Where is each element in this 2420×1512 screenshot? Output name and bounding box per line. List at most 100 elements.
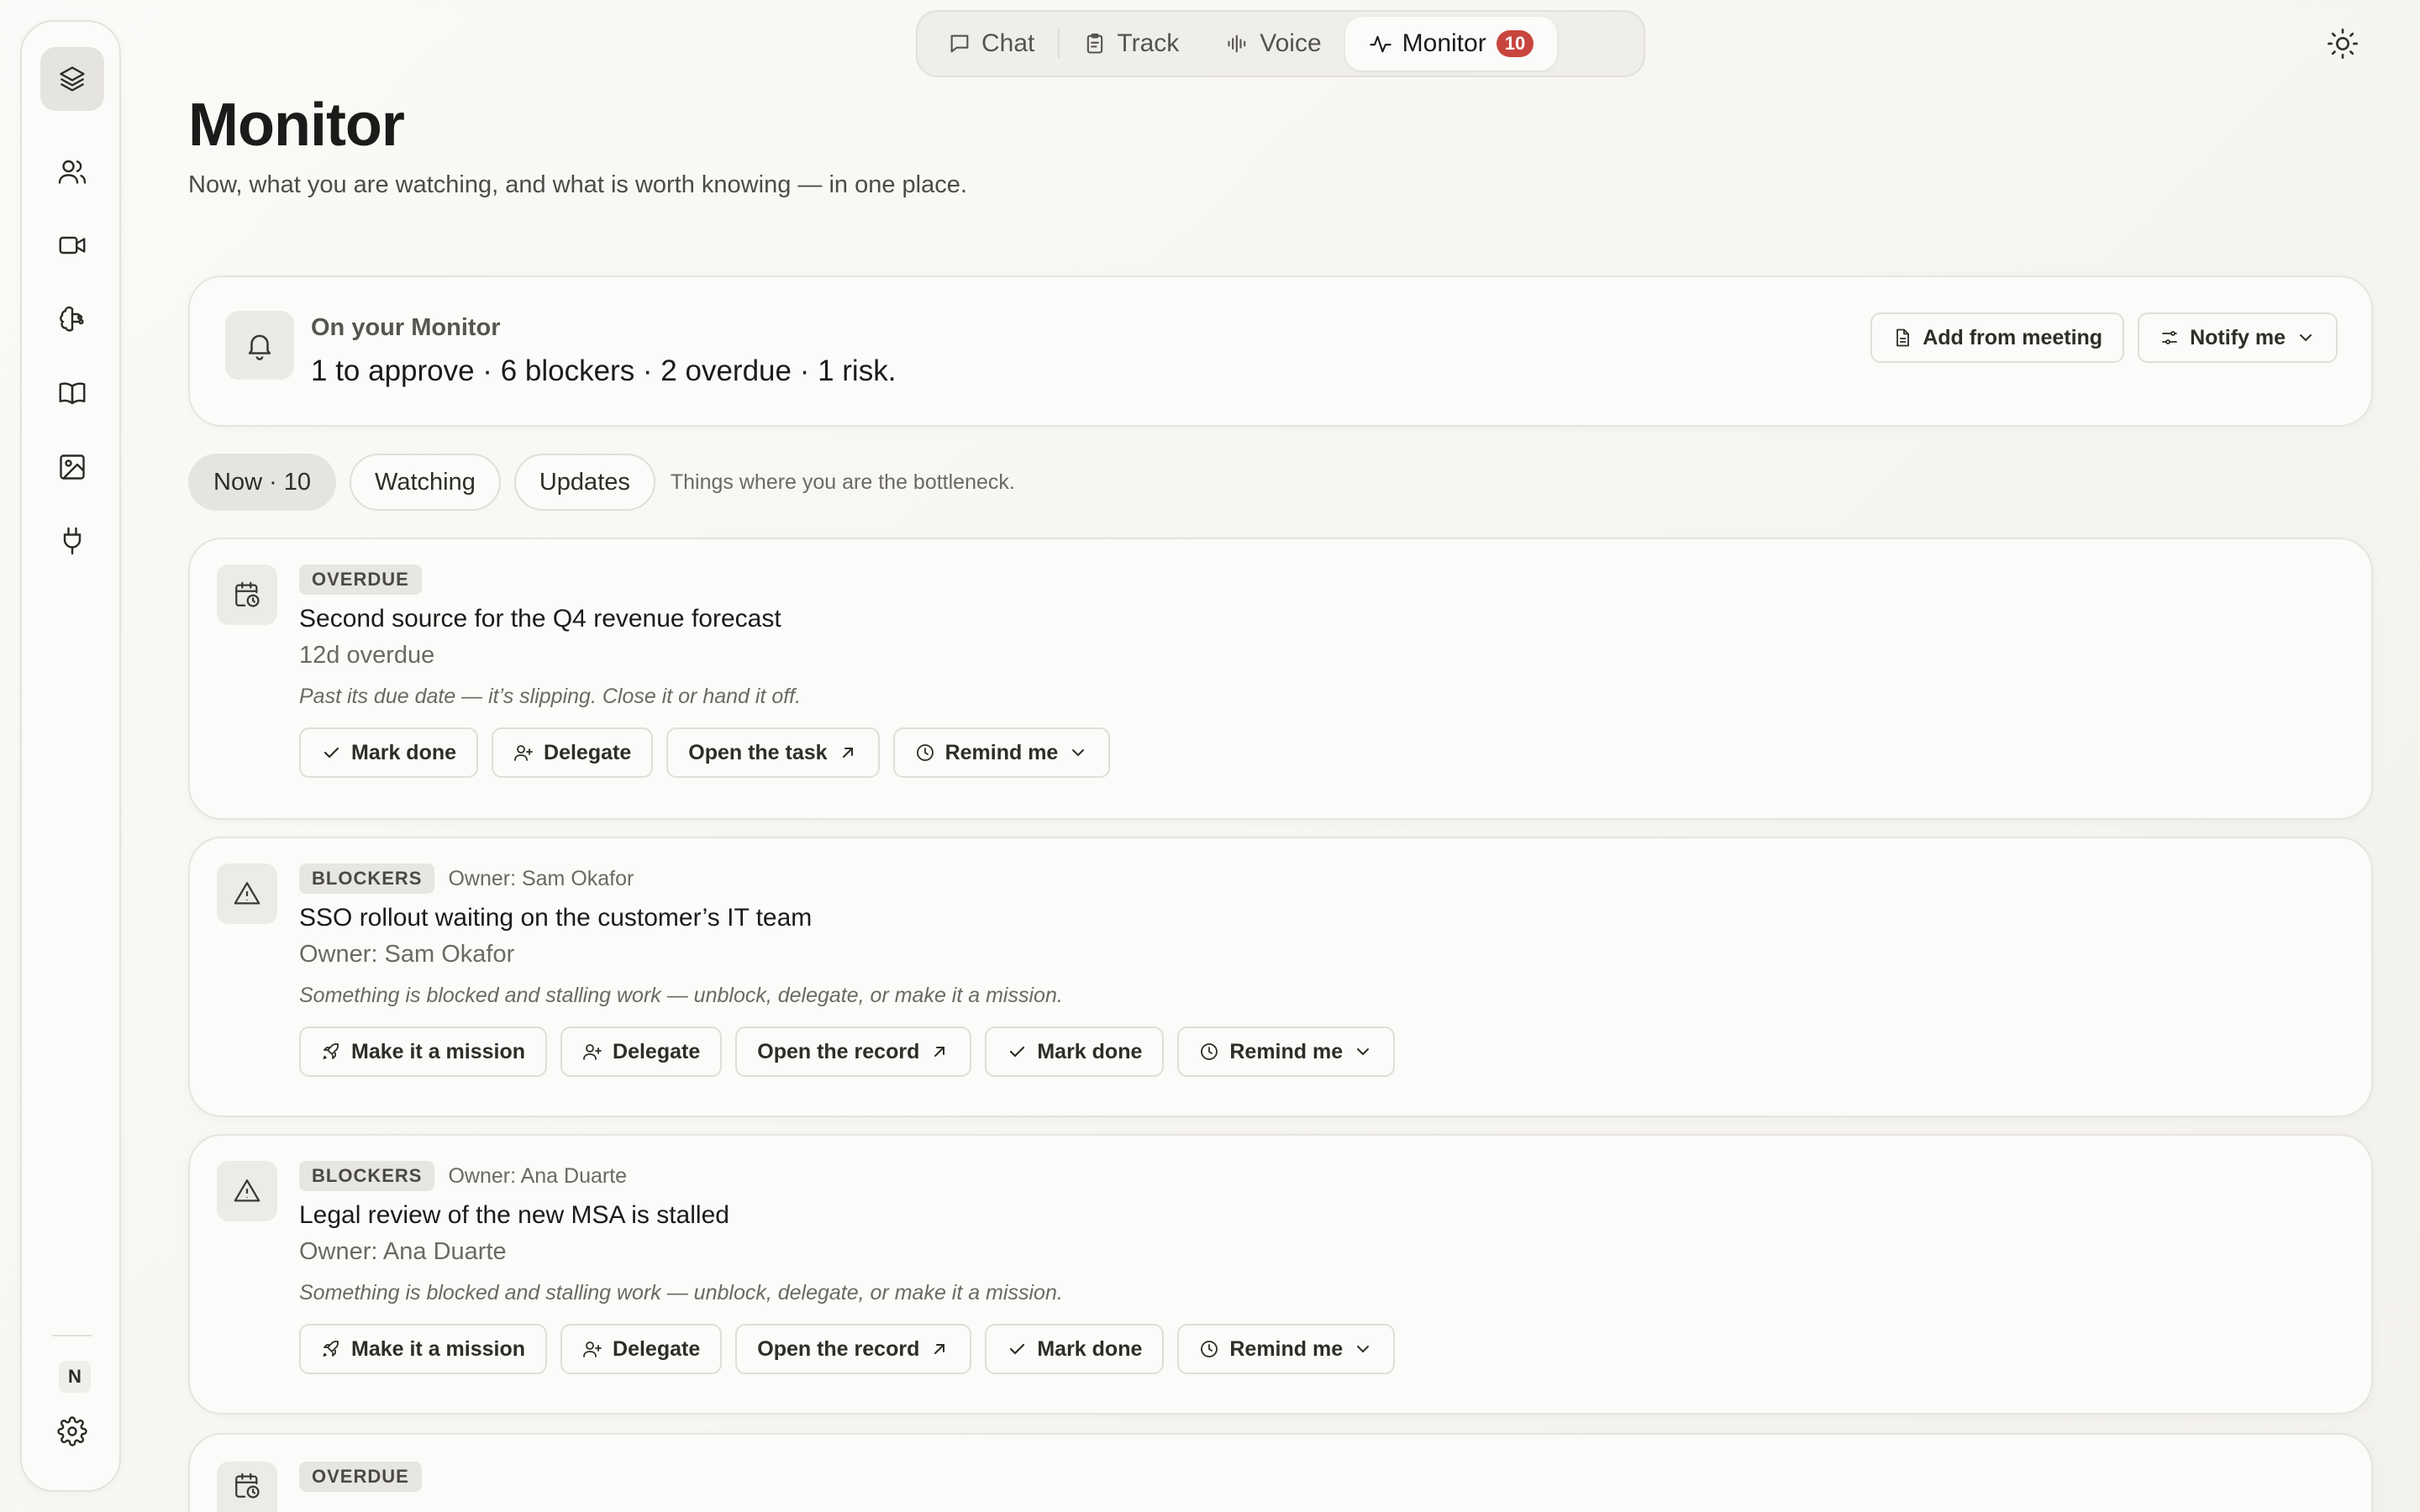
item-meta: Owner: Ana Duarte	[299, 1238, 507, 1265]
status-badge: OVERDUE	[299, 1462, 422, 1492]
item-note: Something is blocked and stalling work —…	[299, 984, 1063, 1007]
calendar-clock-icon	[217, 1462, 277, 1512]
owner-label: Owner: Sam Okafor	[448, 866, 634, 890]
mark-done-button[interactable]: Mark done	[985, 1026, 1165, 1077]
button-label: Add from meeting	[1923, 325, 2103, 349]
tab-monitor[interactable]: Monitor 10	[1344, 17, 1558, 71]
notification-badge: 10	[1496, 30, 1534, 57]
item-meta: 12d overdue	[299, 642, 435, 669]
make-mission-button[interactable]: Make it a mission	[299, 1026, 548, 1077]
button-label: Delegate	[613, 1039, 701, 1063]
filter-description: Things where you are the bottleneck.	[670, 470, 1015, 494]
monitor-summary-card: On your Monitor 1 to approve · 6 blocker…	[188, 276, 2373, 427]
delegate-button[interactable]: Delegate	[492, 727, 654, 778]
delegate-button[interactable]: Delegate	[560, 1324, 723, 1374]
item-note: Something is blocked and stalling work —…	[299, 1281, 1063, 1305]
button-label: Remind me	[1229, 1039, 1344, 1063]
item-note: Past its due date — it’s slipping. Close…	[299, 685, 802, 708]
status-badge: BLOCKERS	[299, 1161, 435, 1191]
chevron-down-icon	[1072, 749, 1085, 757]
button-label: Delegate	[613, 1336, 701, 1361]
tab-chat[interactable]: Chat	[924, 17, 1058, 71]
calendar-clock-icon	[217, 564, 277, 625]
arrow-up-right-icon	[934, 1344, 945, 1354]
open-record-button[interactable]: Open the record	[735, 1026, 972, 1077]
check-icon	[1010, 1343, 1025, 1355]
button-label: Mark done	[1037, 1336, 1143, 1361]
button-label: Remind me	[944, 740, 1059, 764]
mark-done-button[interactable]: Mark done	[299, 727, 479, 778]
monitor-item: OVERDUE Second source for the Q4 revenue…	[188, 538, 2373, 820]
summary-counts: 1 to approve · 6 blockers · 2 overdue · …	[311, 354, 897, 387]
tab-label: Voice	[1260, 29, 1322, 57]
chevron-down-icon	[1357, 1048, 1370, 1056]
item-title[interactable]: SSO rollout waiting on the customer’s IT…	[299, 904, 2338, 932]
owner-label: Owner: Ana Duarte	[448, 1163, 628, 1188]
check-icon	[1010, 1046, 1025, 1058]
clock-icon	[1201, 1043, 1218, 1060]
button-label: Make it a mission	[351, 1039, 526, 1063]
waveform-icon	[1228, 34, 1246, 53]
tab-now[interactable]: Now · 10	[188, 454, 337, 511]
document-icon	[1897, 328, 1910, 347]
button-label: Mark done	[1037, 1039, 1143, 1063]
button-label: Mark done	[351, 740, 457, 764]
user-plus-icon	[514, 745, 533, 761]
bell-icon	[225, 311, 294, 380]
sidebar: N	[20, 20, 121, 1492]
clock-icon	[916, 744, 934, 761]
arrow-up-right-icon	[842, 748, 853, 758]
chevron-down-icon	[1357, 1346, 1370, 1353]
warning-icon	[217, 1161, 277, 1221]
notify-me-button[interactable]: Notify me	[2138, 312, 2338, 363]
mark-done-button[interactable]: Mark done	[985, 1324, 1165, 1374]
image-icon[interactable]	[40, 435, 104, 499]
page-subtitle: Now, what you are watching, and what is …	[188, 171, 967, 198]
check-icon	[324, 747, 339, 759]
avatar[interactable]: N	[59, 1361, 91, 1393]
tab-track[interactable]: Track	[1060, 17, 1202, 71]
item-title[interactable]: Legal review of the new MSA is stalled	[299, 1201, 2338, 1230]
remind-me-button[interactable]: Remind me	[892, 727, 1111, 778]
remind-me-button[interactable]: Remind me	[1177, 1026, 1396, 1077]
book-icon[interactable]	[40, 361, 104, 425]
sidebar-divider	[52, 1335, 92, 1336]
remind-me-button[interactable]: Remind me	[1177, 1324, 1396, 1374]
monitor-item: BLOCKERS Owner: Ana Duarte Legal review …	[188, 1134, 2373, 1415]
button-label: Open the record	[757, 1336, 920, 1361]
plug-icon[interactable]	[40, 509, 104, 573]
delegate-button[interactable]: Delegate	[560, 1026, 723, 1077]
open-task-button[interactable]: Open the task	[666, 727, 880, 778]
button-label: Delegate	[544, 740, 632, 764]
tab-voice[interactable]: Voice	[1202, 17, 1344, 71]
sun-icon[interactable]	[2326, 27, 2360, 60]
button-label: Remind me	[1229, 1336, 1344, 1361]
sliders-icon	[2162, 331, 2177, 344]
rocket-icon	[323, 1043, 339, 1059]
tab-label: Track	[1117, 29, 1180, 57]
clipboard-icon	[1087, 33, 1103, 54]
chat-icon	[950, 34, 969, 53]
item-meta: Owner: Sam Okafor	[299, 941, 515, 968]
rocket-icon	[323, 1341, 339, 1357]
brain-icon[interactable]	[40, 287, 104, 351]
monitor-item: BLOCKERS Owner: Sam Okafor SSO rollout w…	[188, 837, 2373, 1117]
video-icon[interactable]	[40, 213, 104, 277]
activity-icon	[1369, 35, 1392, 53]
add-from-meeting-button[interactable]: Add from meeting	[1870, 312, 2125, 363]
layers-icon[interactable]	[40, 47, 104, 111]
top-nav: Chat Track Voice Monitor 10	[916, 10, 1645, 77]
gear-icon[interactable]	[40, 1399, 104, 1463]
arrow-up-right-icon	[934, 1047, 945, 1057]
tab-updates[interactable]: Updates	[513, 454, 655, 511]
people-icon[interactable]	[40, 139, 104, 203]
tab-watching[interactable]: Watching	[350, 454, 501, 511]
make-mission-button[interactable]: Make it a mission	[299, 1324, 548, 1374]
button-label: Open the task	[688, 740, 828, 764]
open-record-button[interactable]: Open the record	[735, 1324, 972, 1374]
summary-label: On your Monitor	[311, 314, 501, 341]
filter-bar: Now · 10 Watching Updates Things where y…	[188, 454, 1015, 511]
item-title[interactable]: Second source for the Q4 revenue forecas…	[299, 605, 2338, 633]
warning-icon	[217, 864, 277, 924]
page-title: Monitor	[188, 92, 405, 159]
